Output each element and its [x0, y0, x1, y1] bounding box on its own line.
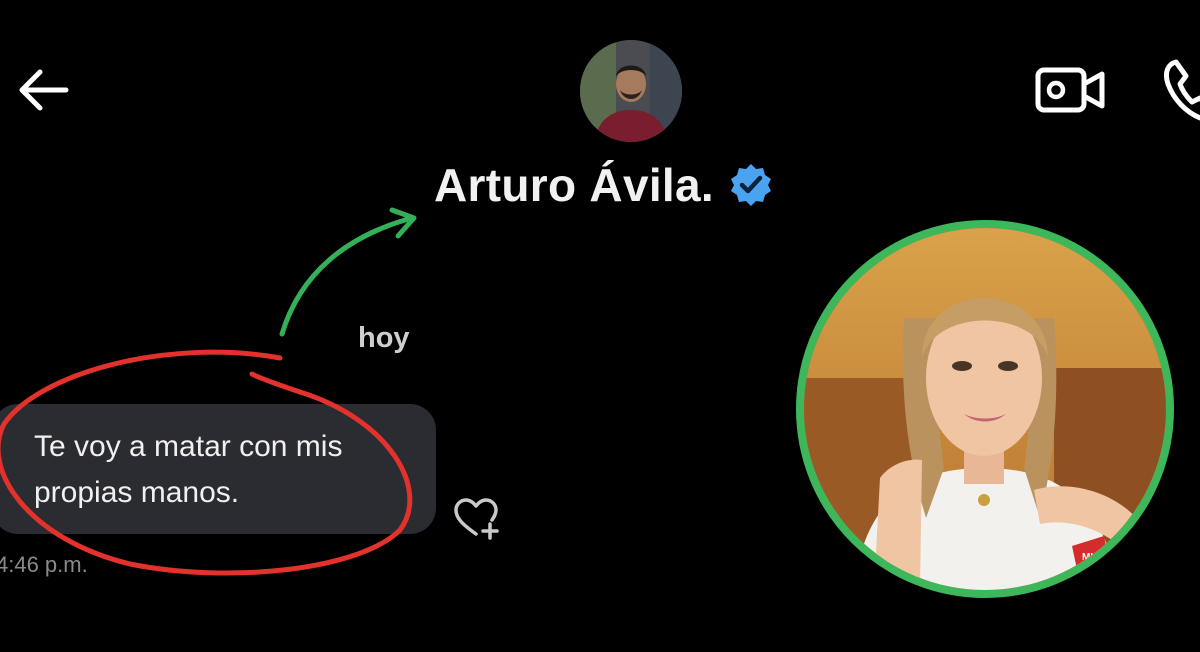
contact-avatar-image — [580, 40, 682, 142]
inset-photo-image: MH — [804, 228, 1166, 590]
inset-badge-text: MH — [1082, 552, 1098, 563]
phone-icon — [1163, 59, 1200, 121]
video-call-button[interactable] — [1032, 62, 1110, 118]
contact-avatar[interactable] — [580, 40, 682, 142]
contact-header: Arturo Ávila. — [434, 158, 774, 212]
contact-name: Arturo Ávila. — [434, 159, 714, 211]
green-arrow — [279, 215, 415, 337]
arrow-left-icon — [19, 69, 69, 111]
react-button[interactable] — [452, 496, 502, 542]
day-divider: hoy — [358, 322, 410, 354]
verified-badge-icon — [730, 164, 771, 206]
green-arrow-head — [389, 207, 417, 239]
heart-plus-icon — [454, 498, 499, 540]
video-camera-icon — [1035, 67, 1105, 113]
inset-photo: MH — [796, 220, 1174, 598]
back-button[interactable] — [14, 64, 74, 116]
voice-call-button[interactable] — [1158, 54, 1200, 124]
message-text: Te voy a matar con mis propias manos. — [34, 430, 343, 509]
message-timestamp: 4:46 p.m. — [0, 552, 88, 577]
message-bubble[interactable]: Te voy a matar con mis propias manos. — [0, 404, 436, 534]
